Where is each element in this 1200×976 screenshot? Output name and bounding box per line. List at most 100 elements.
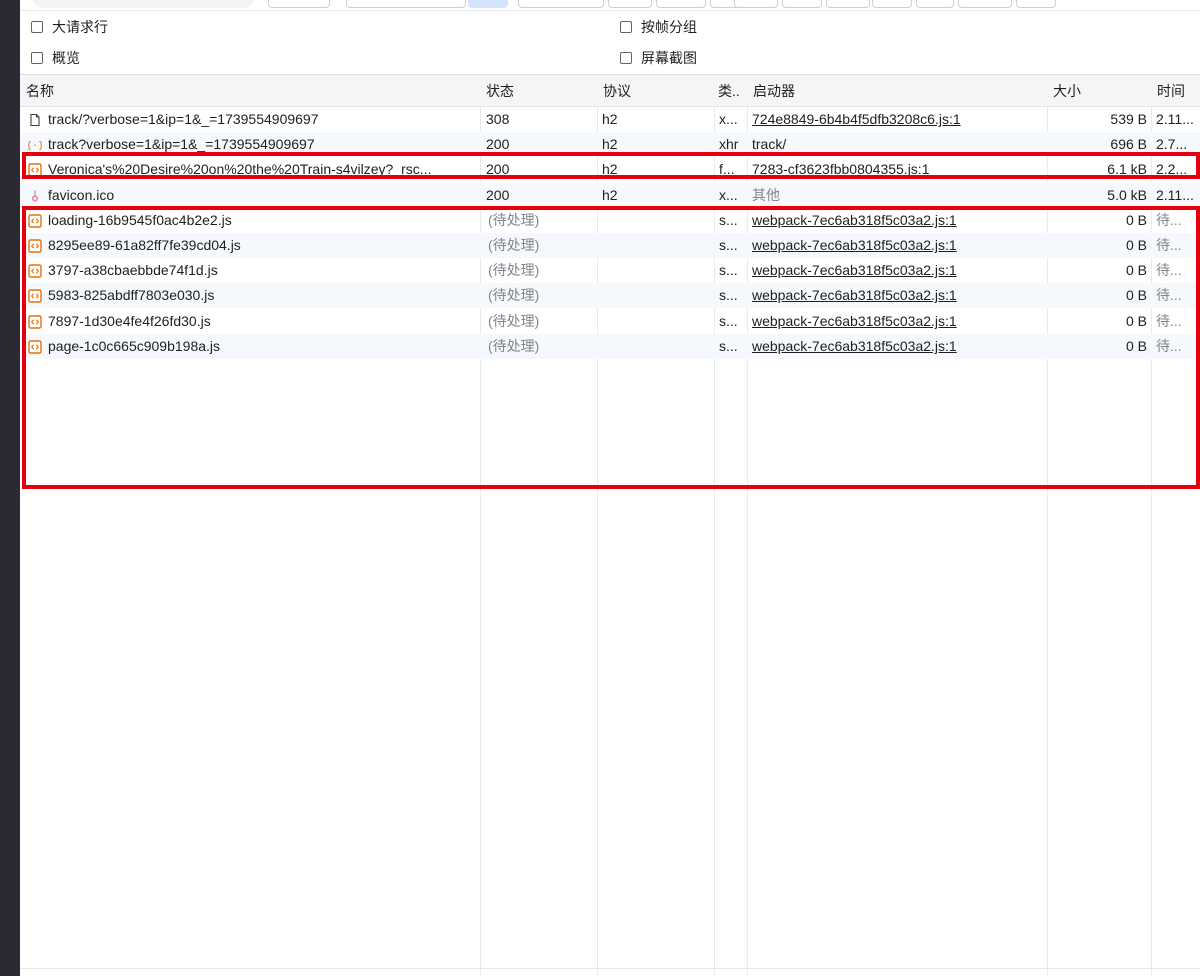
- initiator-link[interactable]: 724e8849-6b4b4f5dfb3208c6.js:1: [752, 107, 1042, 132]
- table-row[interactable]: 8295ee89-61a82ff7fe39cd04.js (待处理) s... …: [20, 233, 1200, 258]
- cell-size: 0 B: [1125, 262, 1147, 278]
- table-row[interactable]: 3797-a38cbaebbde74f1d.js (待处理) s... webp…: [20, 258, 1200, 283]
- initiator-link[interactable]: webpack-7ec6ab318f5c03a2.js:1: [752, 208, 1042, 233]
- table-row[interactable]: Veronica's%20Desire%20on%20the%20Train-s…: [20, 157, 1200, 182]
- script-icon: [28, 238, 42, 253]
- cell-protocol: h2: [602, 136, 618, 152]
- filter-input[interactable]: [32, 0, 254, 8]
- option-overview[interactable]: 概览: [31, 48, 80, 68]
- cell-protocol: h2: [602, 111, 618, 127]
- checkbox[interactable]: [31, 52, 43, 64]
- cell-status: (待处理): [488, 262, 540, 278]
- filter-chip[interactable]: [826, 0, 870, 8]
- cell-size: 6.1 kB: [1107, 161, 1147, 177]
- cell-status: 200: [486, 136, 510, 152]
- request-name: favicon.ico: [48, 187, 115, 203]
- option-big-request-rows[interactable]: 大请求行: [31, 17, 108, 37]
- cell-size: 539 B: [1110, 111, 1147, 127]
- cell-protocol: h2: [602, 161, 618, 177]
- filter-chip[interactable]: [734, 0, 778, 8]
- network-request-table: 名称 状态 协议 类.. 启动器 大小 时间 track/?verbose=1&…: [20, 74, 1200, 976]
- cell-status: 308: [486, 111, 510, 127]
- initiator-link[interactable]: webpack-7ec6ab318f5c03a2.js:1: [752, 309, 1042, 334]
- checkbox[interactable]: [31, 21, 43, 33]
- filter-chip[interactable]: [782, 0, 822, 8]
- cell-protocol: [602, 334, 712, 359]
- cell-type: s...: [719, 262, 738, 278]
- filter-chip[interactable]: [958, 0, 1012, 8]
- request-name: loading-16b9545f0ac4b2e2.js: [48, 212, 232, 228]
- initiator-text: 其他: [752, 187, 780, 203]
- option-label: 屏幕截图: [641, 50, 697, 66]
- table-row[interactable]: {·} track?verbose=1&ip=1&_=1739554909697…: [20, 132, 1200, 157]
- table-row[interactable]: favicon.ico 200 h2 x... 其他 5.0 kB 2.11..…: [20, 183, 1200, 208]
- filter-chip[interactable]: [656, 0, 706, 8]
- initiator-link[interactable]: webpack-7ec6ab318f5c03a2.js:1: [752, 258, 1042, 283]
- column-header-time[interactable]: 时间: [1151, 75, 1200, 107]
- filter-chip[interactable]: [916, 0, 954, 8]
- table-row[interactable]: 5983-825abdff7803e030.js (待处理) s... webp…: [20, 283, 1200, 308]
- option-group-by-frame[interactable]: 按帧分组: [620, 17, 697, 37]
- cell-time: 2.7...: [1156, 136, 1188, 152]
- table-row[interactable]: 7897-1d30e4fe4f26fd30.js (待处理) s... webp…: [20, 309, 1200, 334]
- cell-protocol: [602, 283, 712, 308]
- table-row[interactable]: loading-16b9545f0ac4b2e2.js (待处理) s... w…: [20, 208, 1200, 233]
- filter-chip[interactable]: [1016, 0, 1056, 8]
- table-row[interactable]: page-1c0c665c909b198a.js (待处理) s... webp…: [20, 334, 1200, 359]
- cell-time: 待...: [1156, 338, 1182, 354]
- column-header-type[interactable]: 类..: [714, 75, 747, 107]
- cell-time: 待...: [1156, 262, 1182, 278]
- filter-chip[interactable]: [346, 0, 466, 8]
- initiator-link[interactable]: webpack-7ec6ab318f5c03a2.js:1: [752, 283, 1042, 308]
- document-icon: [30, 113, 40, 126]
- option-label: 大请求行: [52, 19, 108, 35]
- request-name: 5983-825abdff7803e030.js: [48, 287, 215, 303]
- cell-type: s...: [719, 313, 738, 329]
- checkbox[interactable]: [620, 52, 632, 64]
- cell-size: 0 B: [1125, 287, 1147, 303]
- table-header: 名称 状态 协议 类.. 启动器 大小 时间: [20, 74, 1200, 107]
- initiator-link[interactable]: webpack-7ec6ab318f5c03a2.js:1: [752, 334, 1042, 359]
- status-bar-divider: [20, 968, 1200, 969]
- cell-status: 200: [486, 161, 510, 177]
- cell-time: 2.2...: [1156, 161, 1188, 177]
- option-screenshots[interactable]: 屏幕截图: [620, 48, 697, 68]
- cell-name: track/?verbose=1&ip=1&_=1739554909697: [28, 107, 480, 132]
- column-header-size[interactable]: 大小: [1047, 75, 1151, 107]
- cell-size: 696 B: [1110, 136, 1147, 152]
- cell-name: page-1c0c665c909b198a.js: [28, 334, 480, 359]
- initiator-link[interactable]: 7283-cf3623fbb0804355.js:1: [752, 157, 1042, 182]
- column-header-name[interactable]: 名称: [20, 75, 480, 107]
- svg-text:{·}: {·}: [28, 140, 42, 151]
- filter-chip[interactable]: [608, 0, 652, 8]
- left-window-edge: [0, 0, 20, 976]
- cell-size: 0 B: [1125, 212, 1147, 228]
- filter-chip[interactable]: [518, 0, 604, 8]
- initiator-link[interactable]: webpack-7ec6ab318f5c03a2.js:1: [752, 233, 1042, 258]
- cell-name: {·} track?verbose=1&ip=1&_=1739554909697: [28, 132, 480, 157]
- filter-chip-all[interactable]: [468, 0, 508, 8]
- xhr-icon: {·}: [28, 140, 42, 151]
- script-icon: [28, 213, 42, 228]
- cell-protocol: [602, 208, 712, 233]
- cell-name: 5983-825abdff7803e030.js: [28, 283, 480, 308]
- cell-protocol: h2: [602, 187, 618, 203]
- column-header-status[interactable]: 状态: [480, 75, 597, 107]
- cell-name: Veronica's%20Desire%20on%20the%20Train-s…: [28, 157, 480, 182]
- cell-time: 待...: [1156, 287, 1182, 303]
- cell-time: 2.11...: [1156, 187, 1194, 203]
- cell-name: 3797-a38cbaebbde74f1d.js: [28, 258, 480, 283]
- network-panel: 大请求行 按帧分组 概览 屏幕截图 名称 状态 协议 类.. 启动器 大小 时间: [20, 0, 1200, 976]
- filter-chip[interactable]: [268, 0, 330, 8]
- column-header-initiator[interactable]: 启动器: [747, 75, 1047, 107]
- table-row[interactable]: track/?verbose=1&ip=1&_=1739554909697 30…: [20, 107, 1200, 132]
- cell-type: x...: [719, 187, 738, 203]
- request-name: 7897-1d30e4fe4f26fd30.js: [48, 313, 211, 329]
- cell-protocol: [602, 258, 712, 283]
- favicon-icon: [31, 190, 39, 202]
- cell-size: 0 B: [1125, 338, 1147, 354]
- filter-chip[interactable]: [872, 0, 912, 8]
- checkbox[interactable]: [620, 21, 632, 33]
- script-icon: [28, 314, 42, 329]
- column-header-protocol[interactable]: 协议: [597, 75, 714, 107]
